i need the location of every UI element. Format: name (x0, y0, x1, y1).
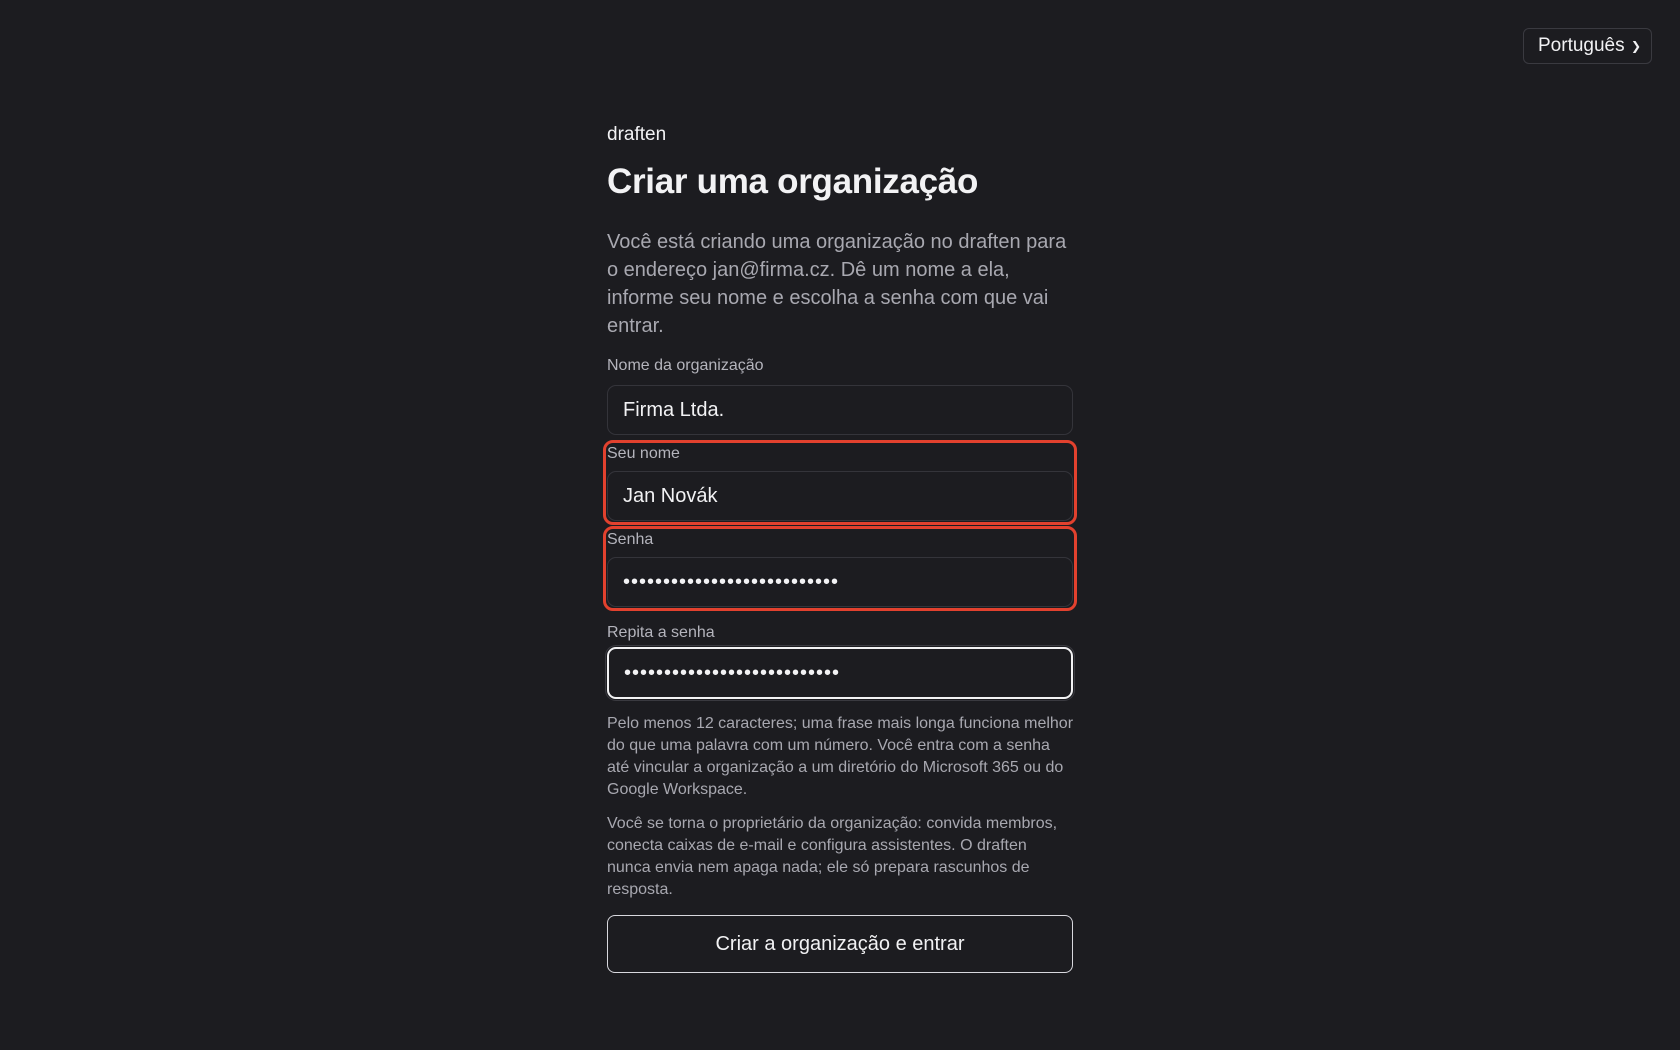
password-hint: Pelo menos 12 caracteres; uma frase mais… (607, 715, 1074, 798)
org-name-input[interactable]: Firma Ltda. (607, 385, 1073, 435)
your-name-input[interactable]: Jan Novák (607, 471, 1073, 521)
language-select[interactable]: Português ❯ (1523, 28, 1652, 64)
password-field: Senha ••••••••••••••••••••••••••• (603, 526, 1077, 611)
password-repeat-label: Repita a senha (607, 624, 715, 641)
owner-note: Você se torna o proprietário da organiza… (607, 815, 1058, 898)
brand-name: draften (607, 124, 667, 145)
org-name-field: Nome da organização Firma Ltda. (607, 356, 1073, 435)
password-label: Senha (607, 531, 654, 548)
your-name-label: Seu nome (607, 445, 680, 462)
your-name-field: Seu nome Jan Novák (603, 440, 1077, 525)
create-organization-button[interactable]: Criar a organização e entrar (607, 915, 1073, 973)
language-select-value: Português (1538, 35, 1625, 56)
page-title: Criar uma organização (607, 162, 979, 201)
chevron-down-icon: ❯ (1630, 39, 1641, 53)
password-input[interactable]: ••••••••••••••••••••••••••• (607, 557, 1073, 607)
signup-form-container: draften Criar uma organização Você está … (603, 120, 1077, 973)
intro-text: Você está criando uma organização no dra… (607, 231, 1067, 337)
password-repeat-field: Repita a senha •••••••••••••••••••••••••… (607, 623, 1073, 699)
org-name-label: Nome da organização (607, 357, 764, 374)
password-repeat-input[interactable]: ••••••••••••••••••••••••••• (607, 647, 1073, 699)
